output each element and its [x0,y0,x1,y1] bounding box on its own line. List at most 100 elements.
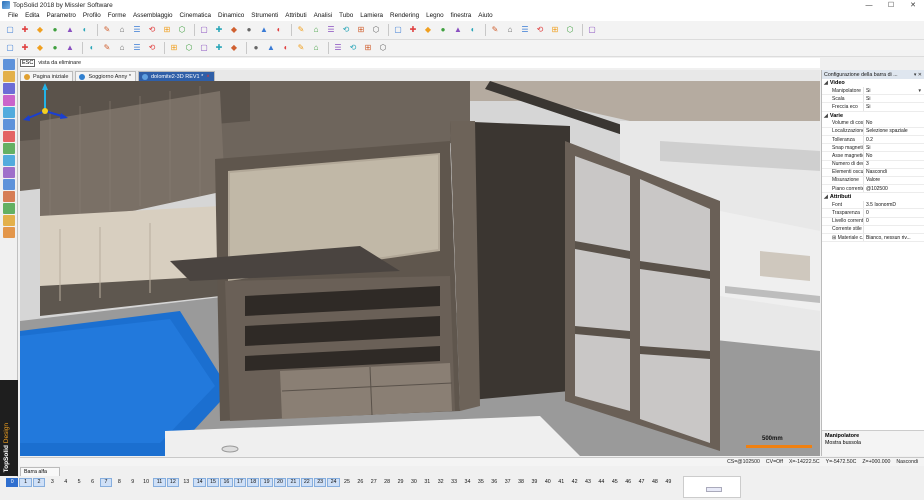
paste-icon[interactable]: ⬡ [176,24,188,36]
print-preview-icon[interactable]: ▲ [452,24,464,36]
layer-4[interactable]: 4 [60,478,72,487]
layer-39[interactable]: 39 [528,478,540,487]
property-row[interactable]: Trasparenza 0 [822,209,924,218]
layer-10[interactable]: 10 [140,478,152,487]
save-icon[interactable]: ◆ [34,24,46,36]
layer-45[interactable]: 45 [609,478,621,487]
layer-9[interactable]: 9 [127,478,139,487]
layer-18[interactable]: 18 [247,477,260,487]
layer-41[interactable]: 41 [555,478,567,487]
layer-13[interactable]: 13 [180,478,192,487]
draw-line-icon[interactable]: ⬡ [564,24,576,36]
left-tool-11-icon[interactable] [3,179,15,190]
pattern-icon[interactable]: ▲ [265,42,277,54]
layer-0[interactable]: 0 [6,477,19,487]
layer-17[interactable]: 17 [233,477,247,487]
layer-14[interactable]: 14 [193,477,206,487]
layer-3[interactable]: 3 [46,478,58,487]
property-value[interactable]: 0 [864,210,924,216]
layer-46[interactable]: 46 [622,478,634,487]
layer-icon[interactable]: ◆ [228,24,240,36]
property-value[interactable]: 0.2 [864,137,924,143]
tab-3[interactable]: dolomite2-3D REV1 * × [137,71,215,81]
rectangle-icon[interactable]: ◆ [34,42,46,54]
layer-7[interactable]: 7 [99,477,113,487]
property-row[interactable]: Misurazione Valore [822,176,924,186]
square-icon[interactable]: ▲ [64,42,76,54]
cylinder-icon[interactable]: ☰ [519,24,531,36]
sweep-icon[interactable]: ⌂ [310,42,322,54]
tab-2[interactable]: Soggiorno Anny * [75,71,136,81]
section-varie[interactable]: ◢ Varie [822,111,924,120]
tab-1[interactable]: Pagina iniziale [20,71,74,81]
layer-19[interactable]: 19 [260,477,273,487]
layer-6[interactable]: 6 [86,478,98,487]
property-value[interactable]: Bianco, nessun riv... [864,235,924,241]
cube-icon[interactable]: ◐ [467,24,479,36]
left-tool-12-icon[interactable] [3,191,15,202]
new-file-icon[interactable]: ▢ [4,24,16,36]
axis-triad-icon[interactable] [20,81,70,131]
property-row[interactable]: Elementi oscuratiNascondi [822,168,924,177]
menu-dinamico[interactable]: Dinamico [218,12,244,19]
menu-finestra[interactable]: finestra [451,12,472,19]
layer-49[interactable]: 49 [662,478,674,487]
property-value[interactable]: @102500 [864,186,924,192]
escape-button[interactable]: ESC [20,59,36,67]
section-video[interactable]: ◢ Video [822,79,924,87]
layer-30[interactable]: 30 [408,478,420,487]
close-button[interactable]: ✕ [902,0,924,10]
property-value[interactable]: 3.5 IsonormD [864,202,924,208]
color-icon[interactable]: ✚ [213,24,225,36]
property-value[interactable]: No [864,120,924,126]
layer-28[interactable]: 28 [381,478,393,487]
tab-close-icon[interactable]: × [206,74,210,80]
3d-viewport[interactable]: 500mm [20,81,820,456]
layer-bar-tab[interactable]: Barra alfa [20,467,60,476]
delete-icon[interactable]: ⌂ [116,24,128,36]
light-icon[interactable]: ✎ [489,24,501,36]
property-row[interactable]: Volume di costr...No [822,119,924,128]
property-value[interactable]: Si ▼ [864,88,924,94]
cut-icon[interactable]: ◆ [228,42,240,54]
undo-icon[interactable]: ☰ [131,24,143,36]
check-icon[interactable]: ⊞ [355,24,367,36]
copy-icon[interactable]: ⊞ [161,24,173,36]
chamfer-icon[interactable]: ✚ [213,42,225,54]
layer-23[interactable]: 23 [313,477,327,487]
layer-22[interactable]: 22 [300,477,313,487]
property-row[interactable]: Numero di deci...3 [822,160,924,169]
layer-12[interactable]: 12 [166,477,180,487]
menu-attributi[interactable]: Attributi [285,12,306,19]
menu-aiuto[interactable]: Aiuto [478,12,492,19]
property-value[interactable]: 0 [864,218,924,224]
layer-31[interactable]: 31 [421,478,433,487]
hole-icon[interactable]: ✎ [295,42,307,54]
layer-2[interactable]: 2 [32,477,46,487]
text-icon[interactable]: ⌂ [310,24,322,36]
circle-icon[interactable]: ● [49,42,61,54]
property-value[interactable]: No [864,153,924,159]
layer-47[interactable]: 47 [635,478,647,487]
layer-27[interactable]: 27 [368,478,380,487]
property-row[interactable]: Tolleranza 0.2 [822,135,924,145]
layer-5[interactable]: 5 [73,478,85,487]
property-row[interactable]: Font 3.5 IsonormD [822,201,924,210]
property-row[interactable]: Livello corrente 0 [822,217,924,226]
sheet-icon[interactable]: ⟲ [534,24,546,36]
boolean-icon[interactable]: ⟲ [347,42,359,54]
maximize-button[interactable]: ☐ [880,0,902,10]
grid-icon[interactable]: ✚ [407,24,419,36]
arc-icon[interactable]: ✎ [101,42,113,54]
property-row[interactable]: Corrente stile d... [822,225,924,234]
visibility-icon[interactable]: ▲ [258,24,270,36]
arrow-icon[interactable]: ⬡ [370,24,382,36]
rotate-icon[interactable]: ● [437,24,449,36]
left-tool-6-icon[interactable] [3,119,15,130]
menu-edita[interactable]: Edita [25,12,39,19]
layer-36[interactable]: 36 [488,478,500,487]
property-row[interactable]: Scala Si [822,95,924,104]
revolve-icon[interactable]: ⬡ [183,42,195,54]
layer-24[interactable]: 24 [327,477,340,487]
pipe-icon[interactable]: ◐ [273,24,285,36]
